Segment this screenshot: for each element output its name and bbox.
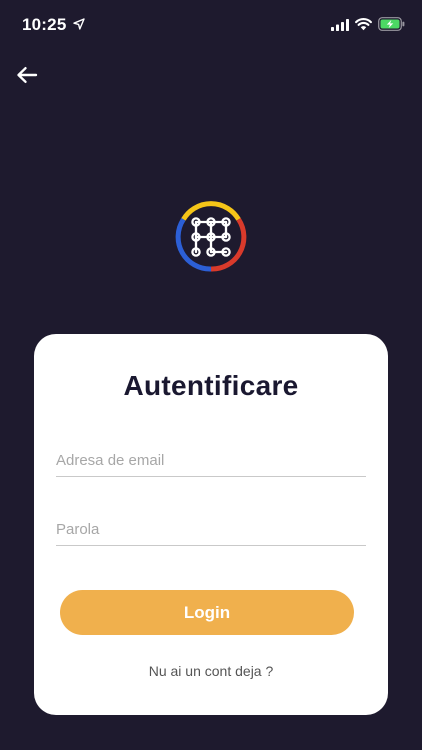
login-button[interactable]: Login bbox=[60, 590, 354, 635]
status-time: 10:25 bbox=[22, 15, 67, 34]
email-field[interactable] bbox=[56, 437, 366, 476]
back-button[interactable] bbox=[12, 60, 42, 90]
wifi-icon bbox=[355, 18, 372, 31]
page-title: Autentificare bbox=[123, 370, 299, 401]
password-field-wrapper bbox=[56, 506, 366, 546]
cellular-signal-icon bbox=[331, 19, 349, 31]
password-field[interactable] bbox=[56, 506, 366, 545]
location-arrow-icon bbox=[73, 18, 85, 30]
status-bar: 10:25 bbox=[0, 0, 422, 50]
login-card: Autentificare Login Nu ai un cont deja ? bbox=[34, 334, 388, 715]
login-screen: 10:25 Autentificare Adresa de email Logi… bbox=[0, 0, 422, 750]
register-link[interactable]: Nu ai un cont deja ? bbox=[34, 663, 388, 679]
battery-charging-icon bbox=[378, 17, 405, 31]
email-field-wrapper bbox=[56, 437, 366, 477]
arrow-left-icon bbox=[17, 67, 38, 83]
app-logo bbox=[175, 201, 247, 272]
